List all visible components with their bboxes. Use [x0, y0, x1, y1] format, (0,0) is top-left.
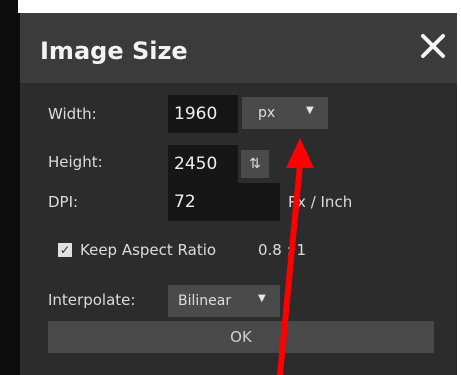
unit-value: px	[258, 105, 276, 121]
height-input[interactable]: 2450	[168, 145, 238, 183]
height-label: Height:	[48, 153, 103, 171]
ok-button[interactable]: OK	[48, 321, 434, 353]
dpi-unit-label: Px / Inch	[288, 193, 353, 211]
dialog-title-bar: Image Size	[20, 13, 457, 83]
width-label: Width:	[48, 105, 97, 123]
swap-dimensions-button[interactable]: ⇅	[241, 150, 269, 178]
close-icon[interactable]	[418, 31, 448, 61]
keep-aspect-label: Keep Aspect Ratio	[80, 241, 217, 259]
image-size-dialog: Image Size Width: 1960 px ▼ Height: 2450…	[18, 13, 457, 375]
unit-dropdown[interactable]: px ▼	[242, 97, 328, 129]
interpolate-dropdown[interactable]: Bilinear ▼	[168, 285, 280, 317]
aspect-ratio-value: 0.8 : 1	[258, 241, 306, 259]
width-input[interactable]: 1960	[168, 95, 238, 133]
chevron-down-icon: ▼	[306, 105, 314, 116]
keep-aspect-checkbox[interactable]: ✓	[58, 243, 72, 257]
swap-icon: ⇅	[249, 156, 261, 172]
interpolate-label: Interpolate:	[48, 291, 136, 309]
dpi-input[interactable]: 72	[168, 183, 280, 221]
dpi-label: DPI:	[48, 193, 79, 211]
dialog-title: Image Size	[40, 37, 188, 65]
chevron-down-icon: ▼	[258, 293, 266, 304]
interpolate-value: Bilinear	[178, 293, 232, 309]
window-edge	[0, 0, 18, 375]
